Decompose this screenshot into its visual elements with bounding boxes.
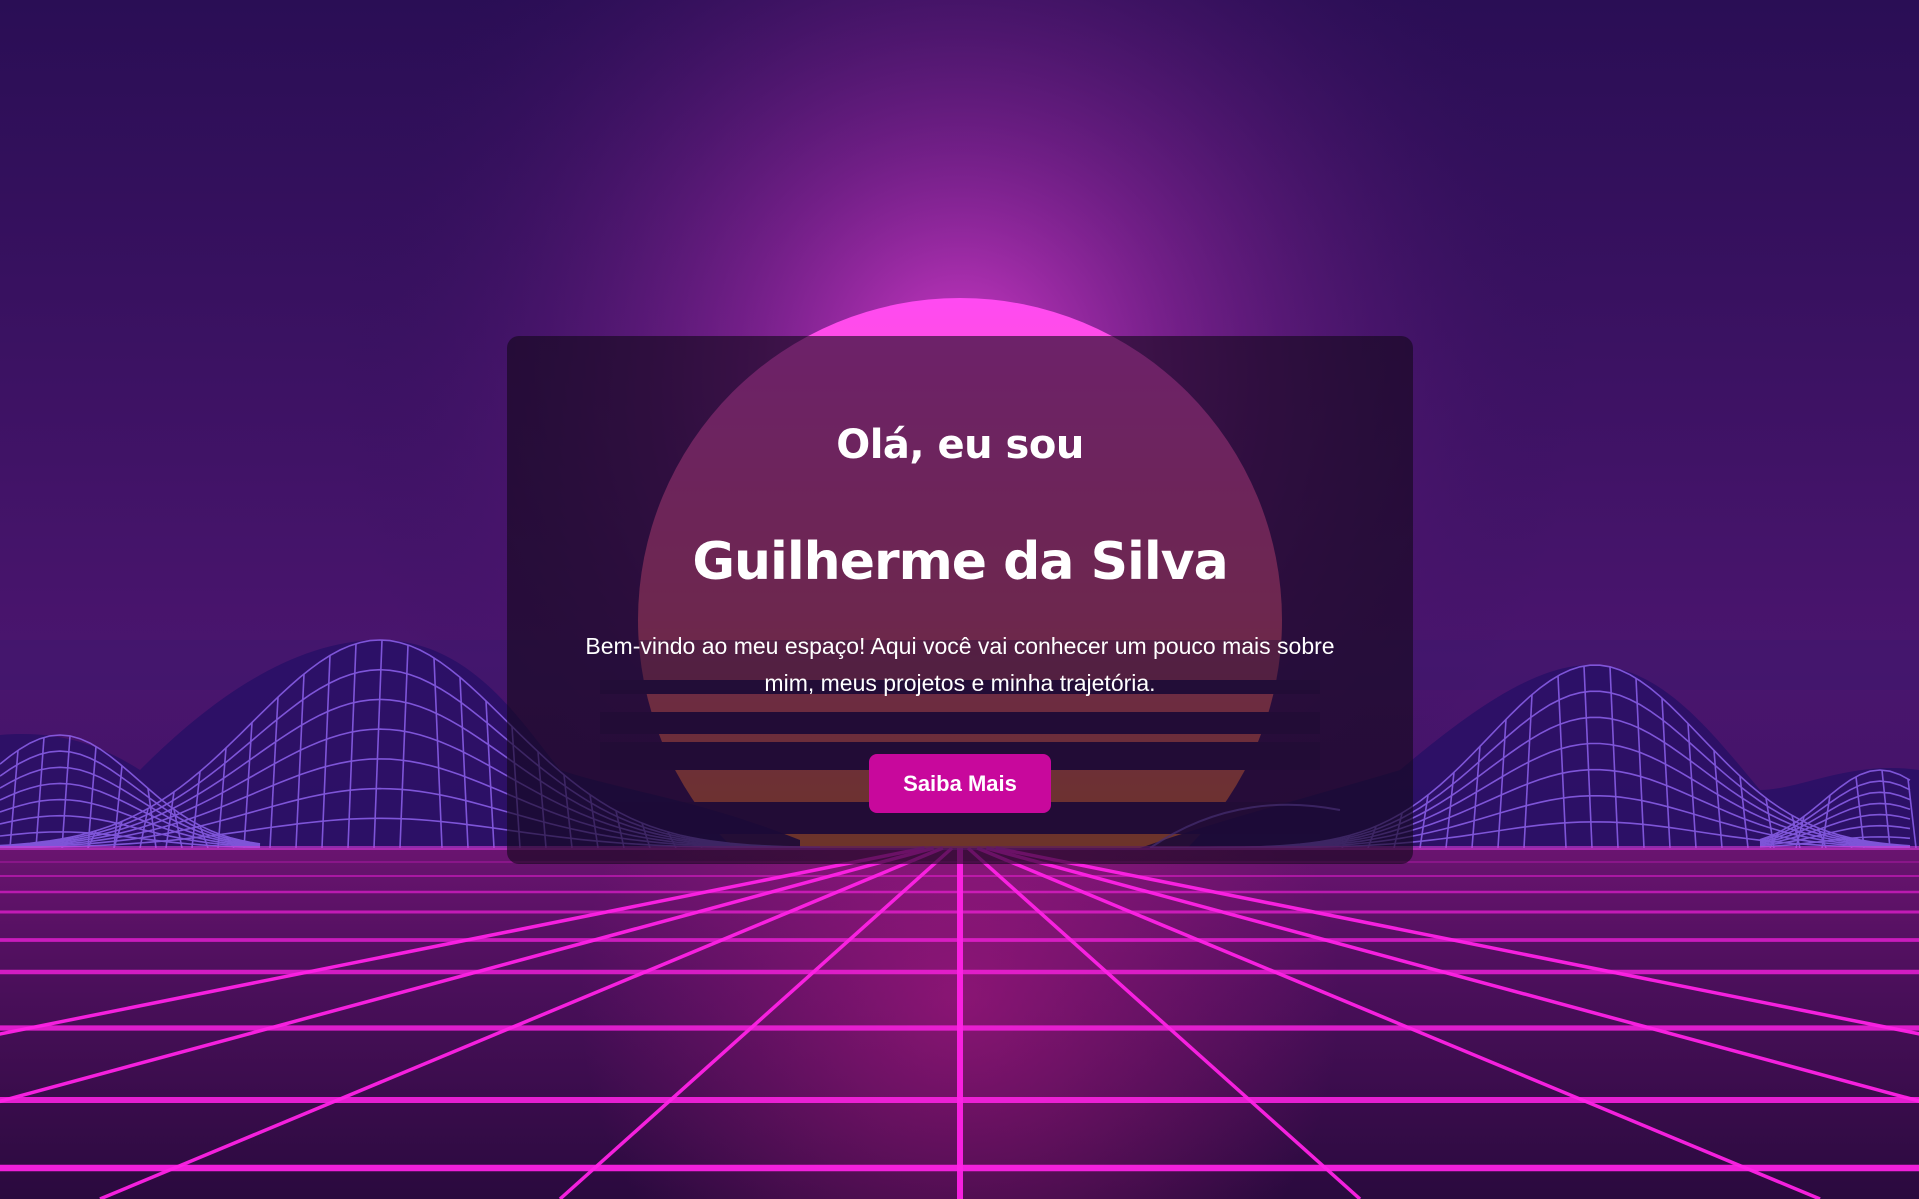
name-heading: Guilherme da Silva	[692, 532, 1228, 592]
hero-card: Olá, eu sou Guilherme da Silva Bem-vindo…	[507, 336, 1413, 864]
greeting-heading: Olá, eu sou	[836, 422, 1084, 468]
learn-more-button[interactable]: Saiba Mais	[869, 754, 1051, 813]
intro-paragraph: Bem-vindo ao meu espaço! Aqui você vai c…	[585, 633, 1335, 696]
